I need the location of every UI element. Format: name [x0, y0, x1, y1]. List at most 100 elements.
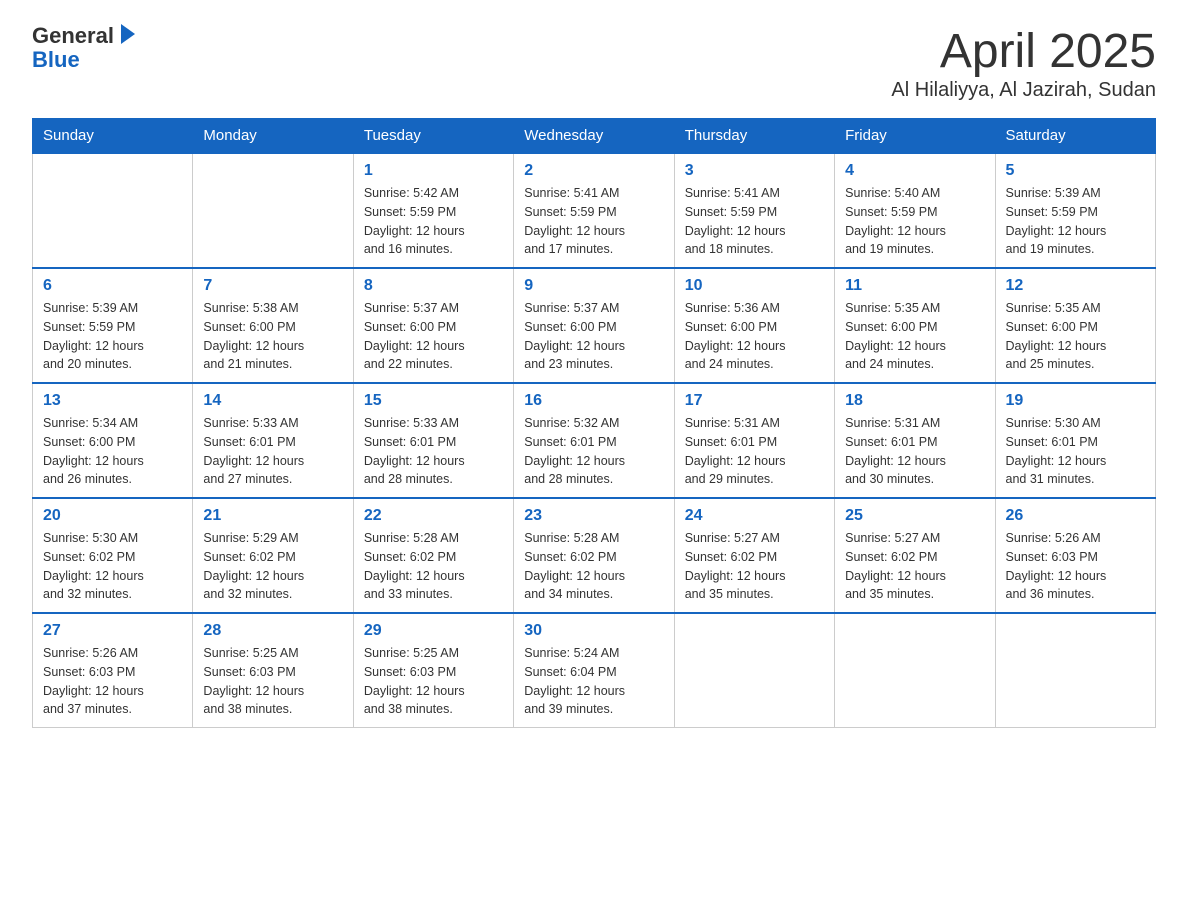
day-info: Sunrise: 5:39 AM Sunset: 5:59 PM Dayligh… — [1006, 184, 1145, 259]
day-info: Sunrise: 5:27 AM Sunset: 6:02 PM Dayligh… — [685, 529, 824, 604]
day-number: 21 — [203, 507, 342, 525]
calendar-day-cell — [674, 613, 834, 728]
day-number: 19 — [1006, 392, 1145, 410]
day-number: 10 — [685, 277, 824, 295]
day-number: 17 — [685, 392, 824, 410]
calendar-day-cell: 2 Sunrise: 5:41 AM Sunset: 5:59 PM Daylig… — [514, 153, 674, 268]
day-number: 16 — [524, 392, 663, 410]
day-info: Sunrise: 5:37 AM Sunset: 6:00 PM Dayligh… — [524, 299, 663, 374]
calendar-day-cell: 23 Sunrise: 5:28 AM Sunset: 6:02 PM Dayli… — [514, 498, 674, 613]
day-number: 24 — [685, 507, 824, 525]
calendar-day-cell: 10 Sunrise: 5:36 AM Sunset: 6:00 PM Dayli… — [674, 268, 834, 383]
day-number: 7 — [203, 277, 342, 295]
day-info: Sunrise: 5:41 AM Sunset: 5:59 PM Dayligh… — [524, 184, 663, 259]
calendar-day-cell: 5Sunrise: 5:39 AM Sunset: 5:59 PM Daylig… — [995, 153, 1155, 268]
calendar-day-cell: 12 Sunrise: 5:35 AM Sunset: 6:00 PM Dayli… — [995, 268, 1155, 383]
day-info: Sunrise: 5:36 AM Sunset: 6:00 PM Dayligh… — [685, 299, 824, 374]
day-of-week-header: Saturday — [995, 119, 1155, 154]
calendar-day-cell — [193, 153, 353, 268]
calendar-day-cell: 7 Sunrise: 5:38 AM Sunset: 6:00 PM Daylig… — [193, 268, 353, 383]
calendar-day-cell: 28 Sunrise: 5:25 AM Sunset: 6:03 PM Dayli… — [193, 613, 353, 728]
day-of-week-header: Sunday — [33, 119, 193, 154]
day-number: 15 — [364, 392, 503, 410]
day-number: 28 — [203, 622, 342, 640]
calendar-day-cell: 22Sunrise: 5:28 AM Sunset: 6:02 PM Dayli… — [353, 498, 513, 613]
day-of-week-header: Monday — [193, 119, 353, 154]
day-number: 1 — [364, 162, 503, 180]
calendar-day-cell: 25 Sunrise: 5:27 AM Sunset: 6:02 PM Dayli… — [835, 498, 995, 613]
day-of-week-header: Wednesday — [514, 119, 674, 154]
calendar-day-cell: 17 Sunrise: 5:31 AM Sunset: 6:01 PM Dayli… — [674, 383, 834, 498]
calendar-header-row: SundayMondayTuesdayWednesdayThursdayFrid… — [33, 119, 1156, 154]
day-number: 12 — [1006, 277, 1145, 295]
calendar-subtitle: Al Hilaliyya, Al Jazirah, Sudan — [891, 79, 1156, 102]
day-info: Sunrise: 5:30 AM Sunset: 6:02 PM Dayligh… — [43, 529, 182, 604]
day-info: Sunrise: 5:26 AM Sunset: 6:03 PM Dayligh… — [43, 644, 182, 719]
calendar-day-cell: 16Sunrise: 5:32 AM Sunset: 6:01 PM Dayli… — [514, 383, 674, 498]
logo-triangle-icon — [121, 24, 135, 44]
day-info: Sunrise: 5:28 AM Sunset: 6:02 PM Dayligh… — [524, 529, 663, 604]
day-info: Sunrise: 5:25 AM Sunset: 6:03 PM Dayligh… — [203, 644, 342, 719]
calendar-day-cell — [995, 613, 1155, 728]
day-info: Sunrise: 5:24 AM Sunset: 6:04 PM Dayligh… — [524, 644, 663, 719]
logo: General Blue — [32, 24, 138, 72]
calendar-week-row: 13 Sunrise: 5:34 AM Sunset: 6:00 PM Dayli… — [33, 383, 1156, 498]
day-number: 29 — [364, 622, 503, 640]
day-of-week-header: Tuesday — [353, 119, 513, 154]
day-number: 20 — [43, 507, 182, 525]
day-number: 25 — [845, 507, 984, 525]
calendar-day-cell: 21Sunrise: 5:29 AM Sunset: 6:02 PM Dayli… — [193, 498, 353, 613]
day-number: 2 — [524, 162, 663, 180]
calendar-day-cell: 27 Sunrise: 5:26 AM Sunset: 6:03 PM Dayli… — [33, 613, 193, 728]
day-info: Sunrise: 5:31 AM Sunset: 6:01 PM Dayligh… — [845, 414, 984, 489]
title-block: April 2025 Al Hilaliyya, Al Jazirah, Sud… — [891, 24, 1156, 102]
day-info: Sunrise: 5:40 AM Sunset: 5:59 PM Dayligh… — [845, 184, 984, 259]
calendar-week-row: 20 Sunrise: 5:30 AM Sunset: 6:02 PM Dayli… — [33, 498, 1156, 613]
page-header: General Blue April 2025 Al Hilaliyya, Al… — [32, 24, 1156, 102]
day-number: 8 — [364, 277, 503, 295]
day-number: 27 — [43, 622, 182, 640]
calendar-day-cell: 11 Sunrise: 5:35 AM Sunset: 6:00 PM Dayli… — [835, 268, 995, 383]
day-number: 14 — [203, 392, 342, 410]
day-number: 4 — [845, 162, 984, 180]
calendar-day-cell: 24 Sunrise: 5:27 AM Sunset: 6:02 PM Dayli… — [674, 498, 834, 613]
day-info: Sunrise: 5:31 AM Sunset: 6:01 PM Dayligh… — [685, 414, 824, 489]
calendar-day-cell: 26Sunrise: 5:26 AM Sunset: 6:03 PM Dayli… — [995, 498, 1155, 613]
day-info: Sunrise: 5:27 AM Sunset: 6:02 PM Dayligh… — [845, 529, 984, 604]
day-info: Sunrise: 5:34 AM Sunset: 6:00 PM Dayligh… — [43, 414, 182, 489]
day-info: Sunrise: 5:38 AM Sunset: 6:00 PM Dayligh… — [203, 299, 342, 374]
calendar-day-cell — [33, 153, 193, 268]
calendar-day-cell: 29 Sunrise: 5:25 AM Sunset: 6:03 PM Dayli… — [353, 613, 513, 728]
day-number: 3 — [685, 162, 824, 180]
day-info: Sunrise: 5:42 AM Sunset: 5:59 PM Dayligh… — [364, 184, 503, 259]
calendar-day-cell: 19 Sunrise: 5:30 AM Sunset: 6:01 PM Dayli… — [995, 383, 1155, 498]
calendar-title: April 2025 — [891, 24, 1156, 79]
day-info: Sunrise: 5:41 AM Sunset: 5:59 PM Dayligh… — [685, 184, 824, 259]
day-number: 18 — [845, 392, 984, 410]
day-info: Sunrise: 5:35 AM Sunset: 6:00 PM Dayligh… — [845, 299, 984, 374]
day-info: Sunrise: 5:33 AM Sunset: 6:01 PM Dayligh… — [203, 414, 342, 489]
calendar-day-cell: 1 Sunrise: 5:42 AM Sunset: 5:59 PM Daylig… — [353, 153, 513, 268]
day-info: Sunrise: 5:30 AM Sunset: 6:01 PM Dayligh… — [1006, 414, 1145, 489]
day-number: 13 — [43, 392, 182, 410]
day-of-week-header: Thursday — [674, 119, 834, 154]
day-info: Sunrise: 5:25 AM Sunset: 6:03 PM Dayligh… — [364, 644, 503, 719]
day-info: Sunrise: 5:33 AM Sunset: 6:01 PM Dayligh… — [364, 414, 503, 489]
calendar-day-cell: 18 Sunrise: 5:31 AM Sunset: 6:01 PM Dayli… — [835, 383, 995, 498]
day-number: 30 — [524, 622, 663, 640]
day-of-week-header: Friday — [835, 119, 995, 154]
day-number: 11 — [845, 277, 984, 295]
calendar-day-cell: 6Sunrise: 5:39 AM Sunset: 5:59 PM Daylig… — [33, 268, 193, 383]
day-number: 23 — [524, 507, 663, 525]
calendar-day-cell: 3 Sunrise: 5:41 AM Sunset: 5:59 PM Daylig… — [674, 153, 834, 268]
calendar-day-cell — [835, 613, 995, 728]
day-info: Sunrise: 5:35 AM Sunset: 6:00 PM Dayligh… — [1006, 299, 1145, 374]
calendar-day-cell: 13 Sunrise: 5:34 AM Sunset: 6:00 PM Dayli… — [33, 383, 193, 498]
day-info: Sunrise: 5:26 AM Sunset: 6:03 PM Dayligh… — [1006, 529, 1145, 604]
logo-general-text: General — [32, 24, 114, 48]
calendar-week-row: 27 Sunrise: 5:26 AM Sunset: 6:03 PM Dayli… — [33, 613, 1156, 728]
day-info: Sunrise: 5:37 AM Sunset: 6:00 PM Dayligh… — [364, 299, 503, 374]
calendar-day-cell: 20 Sunrise: 5:30 AM Sunset: 6:02 PM Dayli… — [33, 498, 193, 613]
day-info: Sunrise: 5:28 AM Sunset: 6:02 PM Dayligh… — [364, 529, 503, 604]
day-number: 9 — [524, 277, 663, 295]
